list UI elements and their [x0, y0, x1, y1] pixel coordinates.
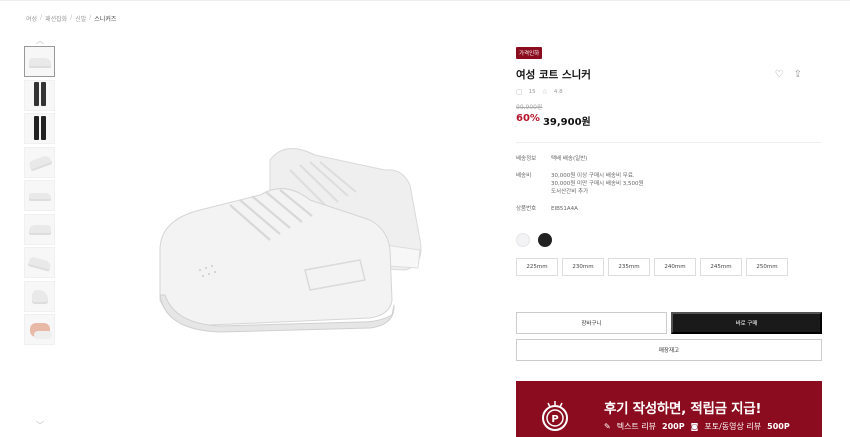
- add-to-cart-button[interactable]: 장바구니: [516, 312, 667, 334]
- thumbnail-item[interactable]: [24, 180, 55, 211]
- photo-review-points: 500P: [767, 422, 790, 431]
- fee-line: 30,000원 이상 구매시 배송비 무료.: [551, 173, 635, 179]
- price-drop-badge: 가격인하: [516, 47, 543, 59]
- sale-price: 39,900원: [542, 117, 591, 128]
- shipping-fee-row: 배송비 30,000원 이상 구매시 배송비 무료. 30,000원 미만 구매…: [516, 172, 824, 196]
- fee-value: 30,000원 이상 구매시 배송비 무료. 30,000원 미만 구매시 배송…: [551, 172, 644, 196]
- shipping-label: 배송정보: [516, 156, 537, 162]
- shipping-value: 택배 배송(일반): [551, 156, 588, 162]
- breadcrumb-separator: /: [40, 14, 43, 21]
- fee-line: 도서산간비 추가: [551, 189, 589, 195]
- photo-review-label: 포토/동영상 리뷰: [704, 422, 762, 431]
- code-value: EIB51A4A: [551, 206, 578, 212]
- purchase-buttons: 장바구니 바로 구매: [516, 312, 824, 334]
- breadcrumb: 여성 / 패션잡화 / 신발 / 스니커즈: [26, 14, 116, 23]
- breadcrumb-item-accessories[interactable]: 패션잡화: [45, 14, 67, 23]
- share-icon[interactable]: ⇪: [794, 69, 802, 80]
- size-option[interactable]: 250mm: [746, 258, 788, 276]
- buy-now-button[interactable]: 바로 구매: [671, 312, 822, 334]
- size-option[interactable]: 230mm: [562, 258, 604, 276]
- sneaker-image: [159, 148, 422, 333]
- thumbnail-up-arrow-icon[interactable]: ︿: [24, 34, 56, 46]
- breadcrumb-separator: /: [70, 14, 73, 21]
- color-swatch-white[interactable]: [516, 233, 530, 247]
- thumbnail-item[interactable]: [24, 146, 55, 178]
- price-row: 60% 39,900원: [516, 113, 824, 128]
- breadcrumb-item-shoes[interactable]: 신발: [75, 14, 86, 23]
- thumbnail-item[interactable]: [24, 46, 55, 77]
- text-review-points: 200P: [662, 422, 685, 431]
- size-option[interactable]: 225mm: [516, 258, 558, 276]
- size-option[interactable]: 245mm: [700, 258, 742, 276]
- review-count[interactable]: 15: [529, 89, 536, 95]
- fee-line: 30,000원 미만 구매시 배송비 3,500원: [551, 181, 644, 187]
- shipping-info-row: 배송정보 택배 배송(일반): [516, 155, 824, 163]
- color-swatch-black[interactable]: [538, 233, 552, 247]
- product-details: 가격인하 여성 코트 스니커 ♡ ⇪ ▢ 15 ☆ 4.8 99,900원 60…: [516, 40, 824, 361]
- camera-icon: ◙: [690, 422, 699, 431]
- size-options: 225mm 230mm 235mm 240mm 245mm 250mm: [516, 258, 824, 276]
- svg-text:P: P: [551, 414, 558, 425]
- review-reward-banner[interactable]: P 후기 작성하면, 적립금 지급! ✎ 텍스트 리뷰 200P ◙ 포토/동영…: [516, 381, 822, 437]
- point-coin-icon: P: [542, 401, 568, 431]
- product-code-row: 상품번호 EIB51A4A: [516, 205, 824, 213]
- title-row: 여성 코트 스니커 ♡ ⇪: [516, 67, 824, 82]
- title-actions: ♡ ⇪: [775, 69, 802, 80]
- thumbnail-item[interactable]: [24, 113, 55, 144]
- fee-label: 배송비: [516, 173, 532, 179]
- section-divider: [516, 142, 822, 143]
- banner-subtitle: ✎ 텍스트 리뷰 200P ◙ 포토/동영상 리뷰 500P: [604, 421, 790, 432]
- breadcrumb-item-sneakers[interactable]: 스니커즈: [94, 14, 116, 23]
- main-product-image[interactable]: [90, 60, 490, 390]
- thumbnail-item[interactable]: [24, 247, 55, 278]
- thumbnail-item[interactable]: [24, 314, 55, 345]
- color-options: [516, 233, 824, 247]
- thumbnail-item[interactable]: [24, 213, 55, 245]
- breadcrumb-separator: /: [89, 14, 92, 21]
- size-option[interactable]: 240mm: [654, 258, 696, 276]
- discount-rate: 60%: [516, 113, 540, 124]
- store-stock-button[interactable]: 매장재고: [516, 339, 822, 361]
- review-meta: ▢ 15 ☆ 4.8: [516, 88, 824, 96]
- top-divider: [0, 0, 850, 1]
- rating-value: 4.8: [553, 89, 563, 95]
- original-price: 99,900원: [516, 104, 543, 111]
- thumbnail-item[interactable]: [24, 280, 55, 312]
- text-review-label: 텍스트 리뷰: [616, 422, 657, 431]
- size-option[interactable]: 235mm: [608, 258, 650, 276]
- edit-icon: ✎: [604, 422, 611, 431]
- thumbnail-down-arrow-icon[interactable]: ﹀: [36, 420, 44, 431]
- breadcrumb-item-women[interactable]: 여성: [26, 14, 37, 23]
- product-title: 여성 코트 스니커: [516, 69, 591, 81]
- thumbnail-gallery: ︿: [24, 34, 56, 348]
- code-label: 상품번호: [516, 206, 537, 212]
- star-icon: ☆: [541, 88, 548, 96]
- review-bubble-icon: ▢: [516, 88, 523, 96]
- banner-title: 후기 작성하면, 적립금 지급!: [604, 401, 762, 417]
- thumbnail-item[interactable]: [24, 79, 55, 111]
- heart-icon[interactable]: ♡: [775, 69, 784, 80]
